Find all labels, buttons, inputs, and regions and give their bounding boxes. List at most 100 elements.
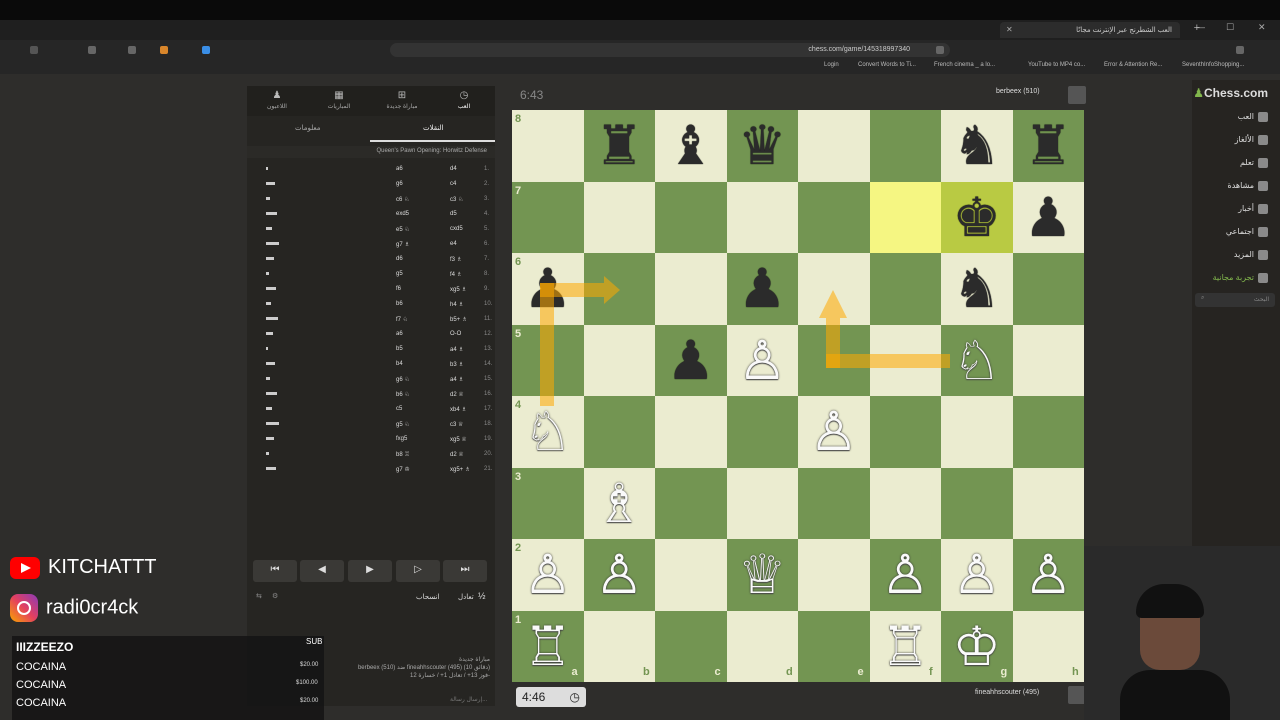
- extension-icon[interactable]: [30, 46, 38, 54]
- square-h7[interactable]: [1012, 181, 1084, 253]
- square-e7[interactable]: [798, 181, 870, 253]
- sidebar-item[interactable]: الألغاز: [1235, 135, 1268, 145]
- square-a3[interactable]: [512, 467, 584, 539]
- move-white[interactable]: d5: [450, 211, 457, 217]
- move-white[interactable]: f4 ♗: [450, 271, 462, 278]
- square-g4[interactable]: [941, 396, 1013, 468]
- bookmark-star-icon[interactable]: [936, 46, 944, 54]
- close-window-icon[interactable]: ✕: [1258, 22, 1266, 33]
- square-c2[interactable]: [655, 539, 727, 611]
- move-black[interactable]: e5 ♘: [396, 226, 410, 233]
- square-g3[interactable]: [941, 467, 1013, 539]
- tab-play[interactable]: ◷ العب: [437, 90, 491, 110]
- close-tab-icon[interactable]: ✕: [1006, 25, 1013, 34]
- square-b5[interactable]: [583, 324, 655, 396]
- square-c5[interactable]: [655, 324, 727, 396]
- draw-button[interactable]: تعادل: [458, 593, 474, 601]
- square-a2[interactable]: [512, 539, 584, 611]
- square-e8[interactable]: [798, 110, 870, 182]
- sidebar-item[interactable]: اجتماعي: [1226, 227, 1268, 237]
- square-h8[interactable]: [1012, 110, 1084, 182]
- move-black[interactable]: g5: [396, 271, 403, 277]
- extension-icon[interactable]: [88, 46, 96, 54]
- bookmark-item[interactable]: Login: [824, 62, 839, 68]
- move-white[interactable]: c3 ♘: [450, 196, 463, 203]
- move-black[interactable]: b8 ♖: [396, 451, 410, 458]
- extension-icon[interactable]: [202, 46, 210, 54]
- bookmark-item[interactable]: Error & Attention Re...: [1104, 62, 1162, 68]
- tab-moves[interactable]: النقلات: [423, 124, 444, 132]
- square-d7[interactable]: [726, 181, 798, 253]
- move-white[interactable]: a4 ♗: [450, 346, 464, 353]
- square-c7[interactable]: [655, 181, 727, 253]
- browser-tab[interactable]: ✕ العب الشطرنج عبر الإنترنت مجانًا: [1000, 22, 1180, 38]
- square-c8[interactable]: [655, 110, 727, 182]
- bookmark-item[interactable]: French cinema _ a lo...: [934, 62, 995, 68]
- square-d3[interactable]: [726, 467, 798, 539]
- move-black[interactable]: exd5: [396, 211, 409, 217]
- square-g7[interactable]: [941, 181, 1013, 253]
- minimize-icon[interactable]: —: [1196, 22, 1205, 32]
- move-black[interactable]: a6: [396, 331, 403, 337]
- move-black[interactable]: b4: [396, 361, 403, 367]
- square-f8[interactable]: [869, 110, 941, 182]
- square-f2[interactable]: [869, 539, 941, 611]
- square-a8[interactable]: [512, 110, 584, 182]
- square-b3[interactable]: [583, 467, 655, 539]
- square-e2[interactable]: [798, 539, 870, 611]
- move-white[interactable]: b5+ ♗: [450, 316, 467, 323]
- move-black[interactable]: b6 ♘: [396, 391, 410, 398]
- square-d6[interactable]: [726, 253, 798, 325]
- previous-move-button[interactable]: ◀: [300, 560, 344, 582]
- move-black[interactable]: g5 ♘: [396, 421, 410, 428]
- square-g5[interactable]: [941, 324, 1013, 396]
- sidebar-item[interactable]: أخبار: [1238, 204, 1268, 214]
- square-g2[interactable]: [941, 539, 1013, 611]
- move-black[interactable]: fxg5: [396, 436, 407, 442]
- square-b4[interactable]: [583, 396, 655, 468]
- square-g8[interactable]: [941, 110, 1013, 182]
- last-move-button[interactable]: ⏭: [443, 560, 487, 582]
- extension-icon[interactable]: [128, 46, 136, 54]
- move-white[interactable]: O-O: [450, 331, 461, 337]
- square-b2[interactable]: [583, 539, 655, 611]
- move-black[interactable]: c5: [396, 406, 402, 412]
- square-g6[interactable]: [941, 253, 1013, 325]
- square-d2[interactable]: [726, 539, 798, 611]
- square-c6[interactable]: [655, 253, 727, 325]
- tab-games[interactable]: ▦ المباريات: [312, 90, 366, 110]
- move-white[interactable]: c3 ♕: [450, 421, 463, 428]
- top-player-name[interactable]: berbeex (510): [996, 88, 1040, 95]
- move-white[interactable]: h4 ♗: [450, 301, 464, 308]
- square-h3[interactable]: [1012, 467, 1084, 539]
- square-b7[interactable]: [583, 181, 655, 253]
- sidebar-item[interactable]: تعلم: [1240, 158, 1268, 168]
- settings-gear-icon[interactable]: ⚙: [272, 592, 278, 600]
- move-black[interactable]: g7 ♔: [396, 466, 410, 473]
- square-d4[interactable]: [726, 396, 798, 468]
- draw-half-icon[interactable]: ½: [478, 591, 486, 601]
- square-h4[interactable]: [1012, 396, 1084, 468]
- square-b8[interactable]: [583, 110, 655, 182]
- flip-board-icon[interactable]: ⇆: [256, 592, 262, 600]
- reload-icon[interactable]: [1236, 46, 1244, 54]
- move-white[interactable]: cxd5: [450, 226, 463, 232]
- move-black[interactable]: d6: [396, 256, 403, 262]
- square-f4[interactable]: [869, 396, 941, 468]
- extension-icon[interactable]: [160, 46, 168, 54]
- bookmark-item[interactable]: Convert Words to Ti...: [858, 62, 916, 68]
- tab-new-game[interactable]: ⊞ مباراة جديدة: [375, 90, 429, 110]
- tab-info[interactable]: معلومات: [295, 124, 321, 132]
- square-c4[interactable]: [655, 396, 727, 468]
- sidebar-item[interactable]: تجربة مجانية: [1213, 273, 1268, 283]
- move-black[interactable]: a6: [396, 166, 403, 172]
- bookmark-item[interactable]: YouTube to MP4 co...: [1028, 62, 1085, 68]
- square-e4[interactable]: [798, 396, 870, 468]
- move-white[interactable]: xg5 ♕: [450, 436, 467, 443]
- move-white[interactable]: xg5 ♗: [450, 286, 467, 293]
- move-white[interactable]: d4: [450, 166, 457, 172]
- move-white[interactable]: b3 ♗: [450, 361, 464, 368]
- square-f6[interactable]: [869, 253, 941, 325]
- move-black[interactable]: f7 ♘: [396, 316, 408, 323]
- move-white[interactable]: d2 ♕: [450, 391, 464, 398]
